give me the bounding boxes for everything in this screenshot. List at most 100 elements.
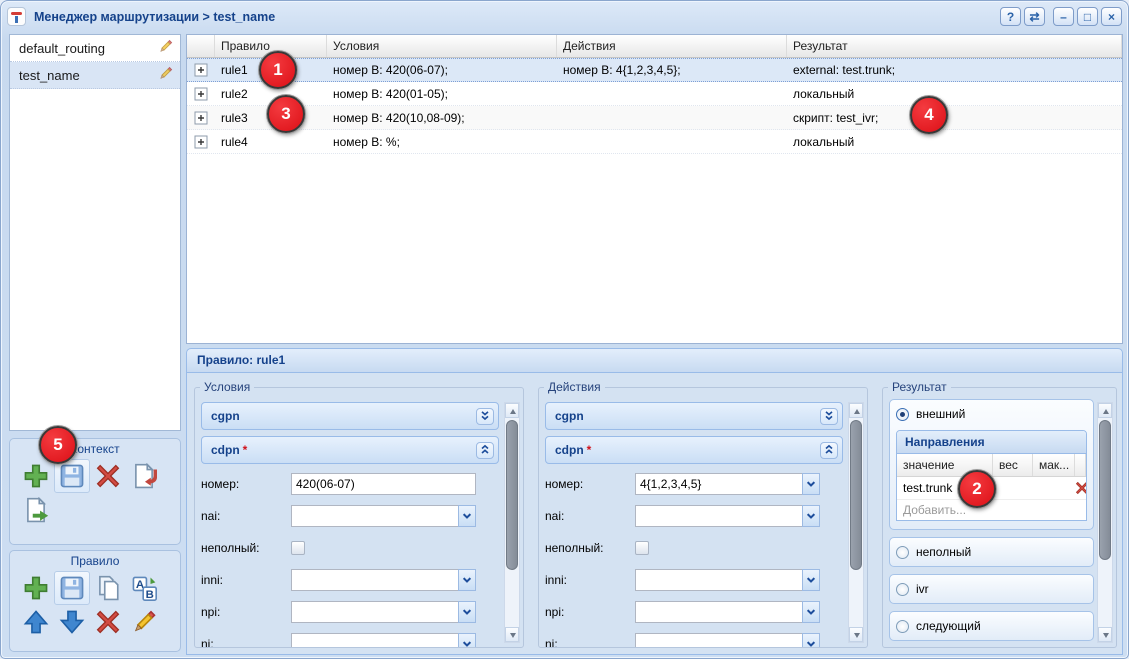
field-combo[interactable] (635, 505, 820, 527)
combo-dropdown-icon[interactable] (802, 569, 820, 591)
column-header-2[interactable]: Условия (327, 35, 557, 57)
radio-следующий[interactable]: следующий (896, 617, 1087, 635)
delete-direction-icon[interactable] (1075, 481, 1087, 495)
conditions-scrollbar[interactable] (504, 402, 520, 643)
scroll-up-icon[interactable] (849, 403, 863, 418)
field-checkbox[interactable] (291, 541, 305, 555)
import-button[interactable] (126, 459, 162, 493)
maximize-button[interactable]: □ (1077, 7, 1098, 26)
field-combo[interactable] (635, 633, 820, 647)
expand-panel-icon[interactable] (820, 408, 838, 425)
combo-dropdown-icon[interactable] (802, 601, 820, 623)
radio-icon[interactable] (896, 620, 909, 633)
combo-input[interactable] (291, 505, 458, 527)
table-row-rule1[interactable]: rule1номер B: 420(06-07);номер B: 4{1,2,… (187, 58, 1122, 82)
move-up-button[interactable] (18, 605, 54, 639)
field-checkbox[interactable] (635, 541, 649, 555)
export-button[interactable] (18, 493, 54, 527)
scroll-thumb[interactable] (506, 420, 518, 570)
actions-scrollbar[interactable] (848, 402, 864, 643)
field-combo[interactable] (635, 473, 820, 495)
combo-input[interactable] (291, 569, 458, 591)
sort-button[interactable] (126, 571, 162, 605)
combo-dropdown-icon[interactable] (458, 633, 476, 647)
help-button[interactable]: ? (1000, 7, 1021, 26)
radio-label: неполный (916, 545, 971, 559)
add-button[interactable] (18, 459, 54, 493)
scroll-up-icon[interactable] (1098, 403, 1112, 418)
delete-button[interactable] (90, 459, 126, 493)
row-expand-icon[interactable] (187, 87, 215, 101)
context-item-test_name[interactable]: test_name (10, 62, 180, 89)
edit-button[interactable] (126, 605, 162, 639)
table-row-rule2[interactable]: rule2номер B: 420(01-05);локальный (187, 82, 1122, 106)
combo-dropdown-icon[interactable] (458, 601, 476, 623)
field-combo[interactable] (635, 601, 820, 623)
refresh-button[interactable]: ⇄ (1024, 7, 1045, 26)
radio-icon[interactable] (896, 583, 909, 596)
combo-dropdown-icon[interactable] (458, 569, 476, 591)
radio-ivr[interactable]: ivr (896, 580, 1087, 598)
directions-column-header[interactable]: мак... (1033, 454, 1075, 476)
table-row-rule4[interactable]: rule4номер B: %;локальный (187, 130, 1122, 154)
close-button[interactable]: × (1101, 7, 1122, 26)
field-combo[interactable] (635, 569, 820, 591)
field-combo[interactable] (291, 569, 476, 591)
scroll-down-icon[interactable] (505, 627, 519, 642)
field-combo[interactable] (291, 601, 476, 623)
result-scrollbar[interactable] (1097, 402, 1113, 643)
column-header-4[interactable]: Результат (787, 35, 1122, 57)
directions-column-header[interactable]: вес (993, 454, 1033, 476)
radio-icon[interactable] (896, 408, 909, 421)
field-input[interactable] (291, 473, 476, 495)
add-button[interactable] (18, 571, 54, 605)
combo-input[interactable] (635, 473, 802, 495)
annotation-badge-2: 2 (958, 470, 996, 508)
panel-cdpn[interactable]: cdpn * (201, 436, 499, 464)
panel-cdpn[interactable]: cdpn * (545, 436, 843, 464)
field-label: неполный: (545, 541, 635, 555)
scroll-thumb[interactable] (850, 420, 862, 570)
edit-pencil-icon[interactable] (158, 66, 173, 84)
save-button[interactable] (54, 571, 90, 605)
row-expand-icon[interactable] (187, 135, 215, 149)
combo-input[interactable] (291, 601, 458, 623)
context-item-default_routing[interactable]: default_routing (10, 35, 180, 62)
scroll-down-icon[interactable] (849, 627, 863, 642)
panel-cgpn[interactable]: cgpn (201, 402, 499, 430)
save-button[interactable] (54, 459, 90, 493)
radio-icon[interactable] (896, 546, 909, 559)
table-row-rule3[interactable]: rule3номер B: 420(10,08-09);скрипт: test… (187, 106, 1122, 130)
combo-dropdown-icon[interactable] (802, 633, 820, 647)
row-expand-icon[interactable] (187, 63, 215, 77)
combo-dropdown-icon[interactable] (458, 505, 476, 527)
collapse-panel-icon[interactable] (476, 442, 494, 459)
scroll-up-icon[interactable] (505, 403, 519, 418)
collapse-panel-icon[interactable] (820, 442, 838, 459)
radio-external[interactable]: внешний (896, 405, 1087, 423)
directions-add-row[interactable]: Добавить... (897, 500, 1086, 520)
scroll-thumb[interactable] (1099, 420, 1111, 560)
combo-input[interactable] (635, 633, 802, 647)
copy-button[interactable] (90, 571, 126, 605)
combo-input[interactable] (635, 601, 802, 623)
combo-dropdown-icon[interactable] (802, 473, 820, 495)
move-down-button[interactable] (54, 605, 90, 639)
combo-input[interactable] (635, 505, 802, 527)
annotation-badge-3: 3 (267, 95, 305, 133)
field-combo[interactable] (291, 505, 476, 527)
combo-input[interactable] (291, 633, 458, 647)
row-expand-icon[interactable] (187, 111, 215, 125)
delete-button[interactable] (90, 605, 126, 639)
column-header-3[interactable]: Действия (557, 35, 787, 57)
combo-dropdown-icon[interactable] (802, 505, 820, 527)
radio-неполный[interactable]: неполный (896, 543, 1087, 561)
result-legend: Результат (888, 380, 951, 394)
combo-input[interactable] (635, 569, 802, 591)
panel-cgpn[interactable]: cgpn (545, 402, 843, 430)
minimize-button[interactable]: – (1053, 7, 1074, 26)
expand-panel-icon[interactable] (476, 408, 494, 425)
edit-pencil-icon[interactable] (158, 39, 173, 57)
scroll-down-icon[interactable] (1098, 627, 1112, 642)
field-combo[interactable] (291, 633, 476, 647)
